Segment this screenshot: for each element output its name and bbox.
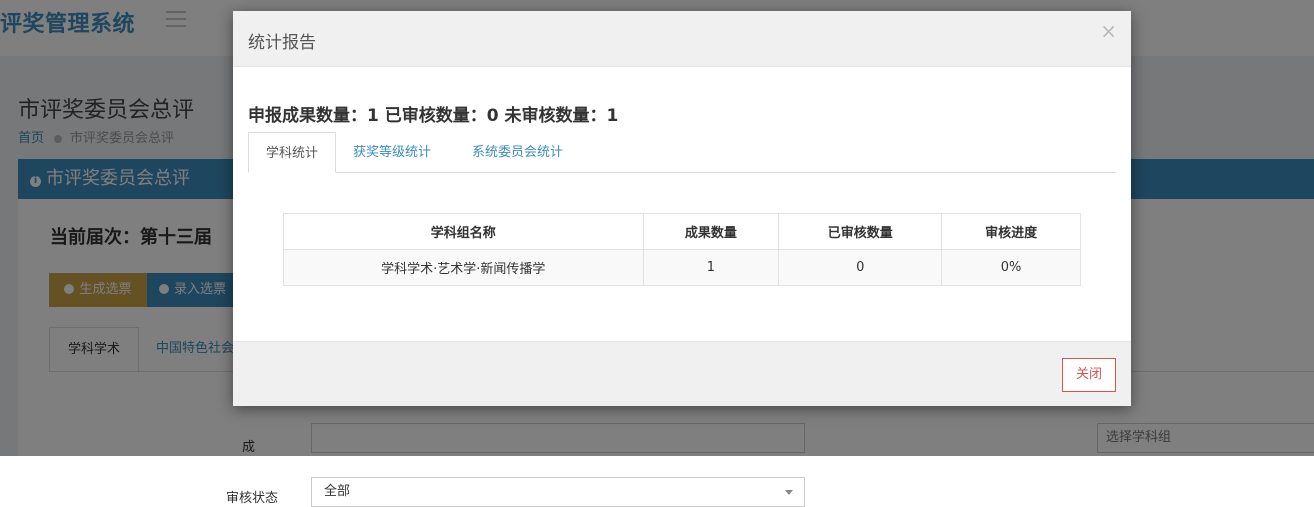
tab-award-level-stats[interactable]: 获奖等级统计	[353, 132, 431, 173]
col-header-subject-group: 学科组名称	[283, 213, 644, 250]
cell-count: 1	[642, 249, 780, 286]
tab-committee-stats[interactable]: 系统委员会统计	[472, 132, 563, 173]
modal-footer: 关闭	[233, 341, 1131, 406]
cell-reviewed: 0	[778, 249, 943, 286]
close-button[interactable]: 关闭	[1062, 358, 1116, 392]
status-label: 审核状态	[226, 491, 279, 506]
chevron-down-icon	[785, 490, 793, 495]
col-header-reviewed: 已审核数量	[778, 213, 943, 250]
modal-tabs: 学科统计 获奖等级统计 系统委员会统计	[248, 132, 1116, 173]
table-row: 学科学术·艺术学·新闻传播学 1 0 0%	[283, 249, 1081, 286]
modal-title: 统计报告	[248, 33, 316, 53]
close-icon[interactable]: ×	[1100, 21, 1117, 41]
statistics-table: 学科组名称 成果数量 已审核数量 审核进度 学科学术·艺术学·新闻传播学 1 0…	[283, 213, 1081, 286]
modal-header: 统计报告 ×	[233, 11, 1131, 67]
cell-progress: 0%	[941, 249, 1081, 286]
table-header-row: 学科组名称 成果数量 已审核数量 审核进度	[283, 213, 1081, 250]
col-header-count: 成果数量	[642, 213, 780, 250]
status-select-value: 全部	[324, 484, 351, 499]
cell-subject-group: 学科学术·艺术学·新闻传播学	[283, 249, 644, 286]
summary-text: 申报成果数量：1 已审核数量：0 未审核数量：1	[248, 106, 619, 126]
statistics-modal: 统计报告 × 申报成果数量：1 已审核数量：0 未审核数量：1 学科统计 获奖等…	[233, 11, 1131, 406]
status-select[interactable]: 全部	[311, 477, 805, 507]
col-header-progress: 审核进度	[941, 213, 1081, 250]
tab-subject-stats[interactable]: 学科统计	[248, 132, 336, 173]
